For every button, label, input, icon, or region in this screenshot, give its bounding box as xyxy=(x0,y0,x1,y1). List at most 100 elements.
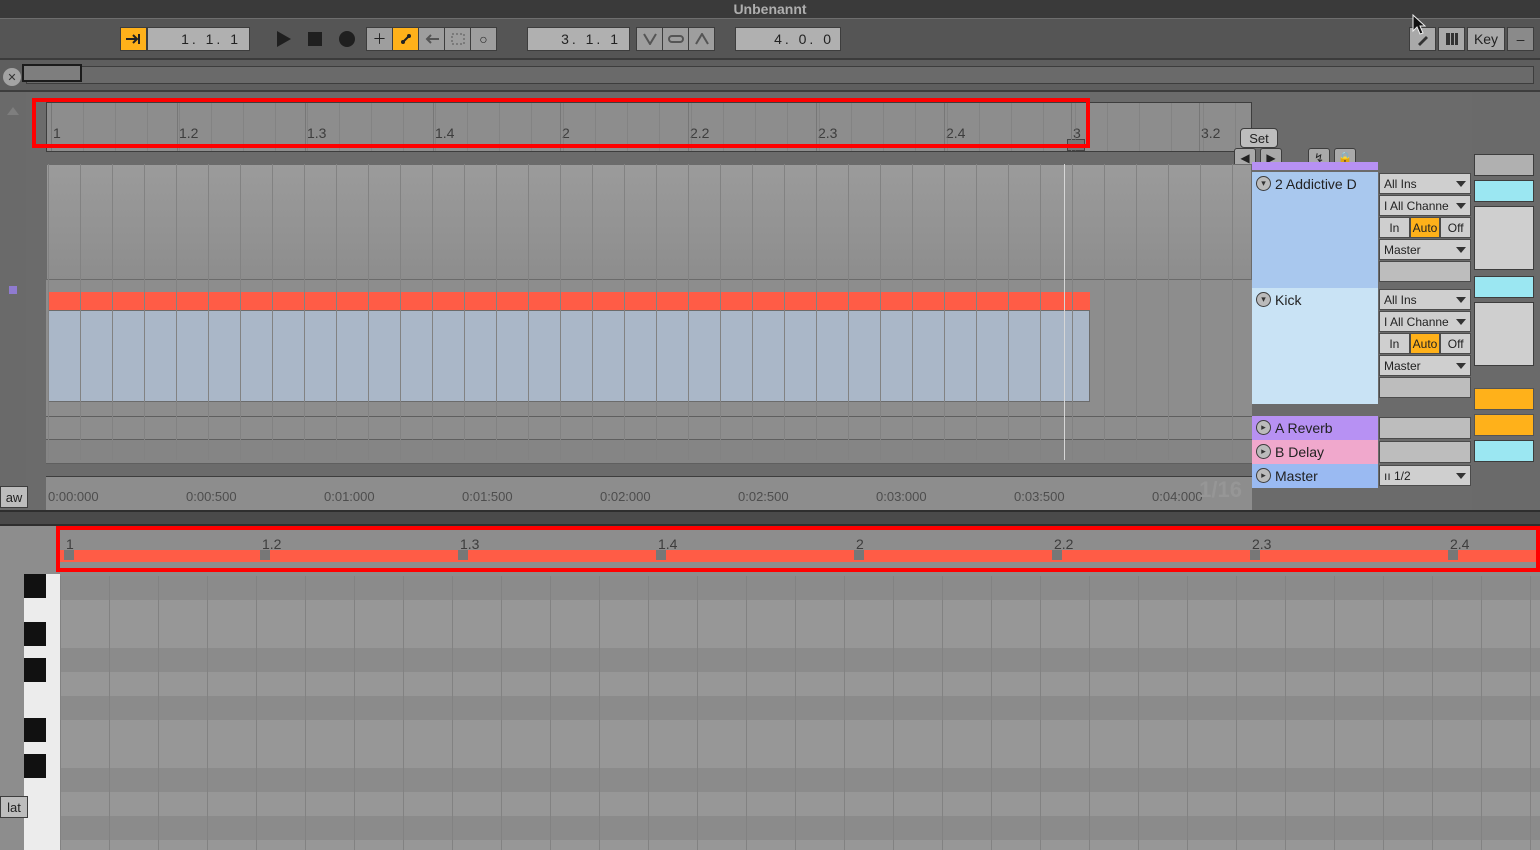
time-label: 0:03:500 xyxy=(1014,489,1065,504)
track-fold-button[interactable]: ▾ xyxy=(1256,292,1271,307)
browser-collapse-strip[interactable] xyxy=(0,92,26,510)
return-slot xyxy=(1379,417,1471,439)
time-label: 0:01:500 xyxy=(462,489,513,504)
monitor-in[interactable]: In xyxy=(1379,333,1410,354)
capture-midi-button[interactable] xyxy=(444,27,471,51)
punch-position[interactable]: 3. 1. 1 xyxy=(527,27,630,51)
window-title: Unbenannt xyxy=(733,1,806,17)
arrangement-position[interactable]: 1. 1. 1 xyxy=(147,27,250,51)
monitor-buttons: In Auto Off xyxy=(1379,333,1471,354)
mixer-cell[interactable] xyxy=(1474,180,1534,202)
input-channel-select[interactable]: I All Channe xyxy=(1379,195,1471,216)
track-fold-button[interactable]: ▸ xyxy=(1256,468,1271,483)
track-name[interactable]: Kick xyxy=(1275,292,1301,308)
punch-out-button[interactable] xyxy=(688,27,715,51)
loop-switch-button[interactable] xyxy=(662,27,689,51)
track-meter-slot xyxy=(1379,377,1471,398)
time-label: 0:03:000 xyxy=(876,489,927,504)
output-select[interactable]: Master xyxy=(1379,355,1471,376)
midi-clip-body[interactable] xyxy=(48,310,1090,402)
monitor-in[interactable]: In xyxy=(1379,217,1410,238)
right-mixer-strip xyxy=(1472,92,1540,510)
mixer-cell[interactable] xyxy=(1474,440,1534,462)
overview-track[interactable] xyxy=(26,66,1534,84)
master-output-select[interactable]: ıı 1/2 xyxy=(1379,465,1471,486)
time-label: 0:00:500 xyxy=(186,489,237,504)
monitor-off[interactable]: Off xyxy=(1440,333,1471,354)
key-map-button[interactable]: Key xyxy=(1467,27,1505,51)
time-label: 0:00:000 xyxy=(48,489,99,504)
clip-detail-view: aw Scale 11.21.31.422.22.32.4 lat xyxy=(0,526,1540,850)
panel-divider[interactable] xyxy=(0,510,1540,526)
time-label: 0:02:000 xyxy=(600,489,651,504)
reenable-automation-button[interactable] xyxy=(418,27,445,51)
sidebar-marker-icon xyxy=(9,286,17,294)
automation-plus-button[interactable]: ＋ xyxy=(366,27,393,51)
mixer-cell[interactable] xyxy=(1474,206,1534,270)
browser-expand-icon[interactable] xyxy=(7,107,19,115)
input-type-select[interactable]: All Ins xyxy=(1379,289,1471,310)
input-channel-select[interactable]: I All Channe xyxy=(1379,311,1471,332)
window-titlebar: Unbenannt xyxy=(0,0,1540,18)
overview-close-button[interactable]: ✕ xyxy=(3,68,21,86)
overview-window[interactable] xyxy=(22,64,82,82)
track-1-header[interactable]: ▾ 2 Addictive D All Ins I All Channe In … xyxy=(1252,172,1472,288)
mixer-solo-cell[interactable] xyxy=(1474,414,1534,436)
return-b-header[interactable]: ▸ B Delay xyxy=(1252,440,1472,464)
master-header[interactable]: ▸ Master ıı 1/2 xyxy=(1252,464,1472,488)
track-header-accent xyxy=(1252,162,1378,170)
midi-map-button[interactable] xyxy=(1438,27,1465,51)
mixer-cell[interactable] xyxy=(1474,154,1534,176)
grid-zoom-hint: 1/16 xyxy=(1199,477,1242,503)
automation-arm-button[interactable] xyxy=(392,27,419,51)
punch-in-button[interactable] xyxy=(636,27,663,51)
time-label: 0:01:000 xyxy=(324,489,375,504)
mixer-cell[interactable] xyxy=(1474,302,1534,366)
time-label: 0:02:500 xyxy=(738,489,789,504)
piano-roll-keyboard[interactable] xyxy=(24,574,60,850)
track-fold-button[interactable]: ▾ xyxy=(1256,176,1271,191)
output-select[interactable]: Master xyxy=(1379,239,1471,260)
draw-tool-button[interactable]: aw xyxy=(0,486,28,508)
midi-note-grid[interactable] xyxy=(60,576,1540,850)
locator-set-button[interactable]: Set xyxy=(1240,128,1278,148)
loop-length[interactable]: 4. 0. 0 xyxy=(735,27,841,51)
main-toolbar: 1. 1. 1 ＋ ○ 3. 1. 1 4. 0. 0 Key xyxy=(0,18,1540,60)
master-name[interactable]: Master xyxy=(1275,468,1318,484)
session-overview[interactable]: ✕ xyxy=(0,60,1540,92)
highlight-clip-ruler xyxy=(56,526,1540,572)
time-label: 0:04:000 xyxy=(1152,489,1203,504)
highlight-arr-ruler xyxy=(32,98,1090,148)
arrangement-playhead[interactable] xyxy=(1064,164,1065,460)
arrangement-view: 11.21.31.422.22.32.433.2 Set ◀ ▶ ↯ 🔒 0:0… xyxy=(26,92,1472,510)
return-name[interactable]: B Delay xyxy=(1275,444,1324,460)
mixer-solo-cell[interactable] xyxy=(1474,388,1534,410)
tracks-area[interactable] xyxy=(46,164,1252,460)
return-a-header[interactable]: ▸ A Reverb xyxy=(1252,416,1472,440)
midi-clip-header[interactable] xyxy=(48,292,1090,310)
play-button[interactable] xyxy=(270,26,296,52)
track-fold-button[interactable]: ▸ xyxy=(1256,444,1271,459)
draw-mode-button[interactable] xyxy=(1409,27,1436,51)
transport-controls xyxy=(270,26,360,52)
time-ruler[interactable]: 0:00:000 0:00:500 0:01:000 0:01:500 0:02:000… xyxy=(46,476,1252,510)
track-meter-slot xyxy=(1379,261,1471,282)
return-name[interactable]: A Reverb xyxy=(1275,420,1333,436)
record-button[interactable] xyxy=(334,26,360,52)
monitor-auto[interactable]: Auto xyxy=(1410,217,1441,238)
track-header-panel: ▾ 2 Addictive D All Ins I All Channe In … xyxy=(1252,164,1472,486)
track-2-header[interactable]: ▾ Kick All Ins I All Channe In Auto Off … xyxy=(1252,288,1472,404)
mixer-cell[interactable] xyxy=(1474,276,1534,298)
return-slot xyxy=(1379,441,1471,463)
midi-indicator: – xyxy=(1507,27,1534,51)
track-fold-button[interactable]: ▸ xyxy=(1256,420,1271,435)
track-name[interactable]: 2 Addictive D xyxy=(1275,176,1357,192)
monitor-buttons: In Auto Off xyxy=(1379,217,1471,238)
loop-button[interactable]: ○ xyxy=(470,27,497,51)
stop-button[interactable] xyxy=(302,26,328,52)
follow-button[interactable] xyxy=(120,27,147,51)
flat-button[interactable]: lat xyxy=(0,796,28,818)
input-type-select[interactable]: All Ins xyxy=(1379,173,1471,194)
monitor-off[interactable]: Off xyxy=(1440,217,1471,238)
monitor-auto[interactable]: Auto xyxy=(1410,333,1441,354)
